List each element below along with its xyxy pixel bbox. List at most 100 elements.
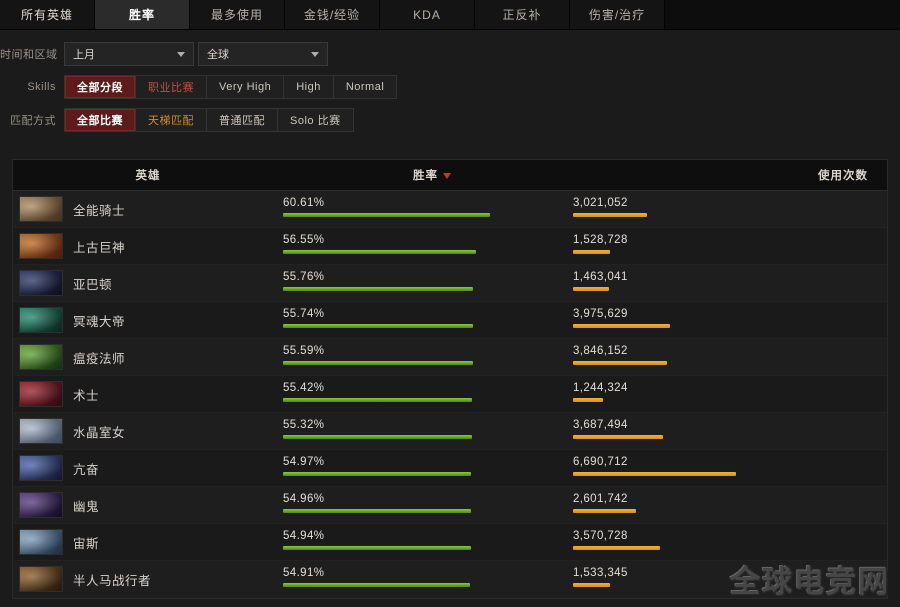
usage-cell: 3,021,052 [573,191,887,227]
hero-name[interactable]: 幽鬼 [73,496,99,515]
mode-button-group: 全部比赛 天梯匹配 普通匹配 Solo 比赛 [64,108,354,132]
table-row[interactable]: 宙斯 54.94% 3,570,728 [13,524,887,561]
hero-name[interactable]: 水晶室女 [73,422,125,441]
hero-name[interactable]: 全能骑士 [73,200,125,219]
table-row[interactable]: 术士 55.42% 1,244,324 [13,376,887,413]
winrate-bar [283,324,474,328]
usage-value: 1,463,041 [573,271,628,283]
mode-option-3[interactable]: Solo 比赛 [278,109,353,131]
mode-option-2[interactable]: 普通匹配 [207,109,278,131]
hero-portrait[interactable] [19,233,63,259]
hero-name[interactable]: 上古巨神 [73,237,125,256]
tab-4[interactable]: KDA [380,0,475,29]
winrate-cell: 55.59% [283,339,573,375]
usage-cell: 6,690,712 [573,450,887,486]
winrate-cell: 54.97% [283,450,573,486]
column-header-usage[interactable]: 使用次数 [703,167,887,183]
hero-cell: 亚巴顿 [13,270,283,296]
winrate-cell: 56.55% [283,228,573,264]
column-header-hero[interactable]: 英雄 [13,167,283,183]
hero-portrait[interactable] [19,566,63,592]
period-select[interactable]: 上月 [64,42,194,66]
usage-value: 3,687,494 [573,419,628,431]
winrate-bar [283,361,473,365]
skills-option-1[interactable]: 职业比赛 [136,76,207,98]
usage-cell: 1,244,324 [573,376,887,412]
skills-option-4[interactable]: Normal [333,76,397,98]
hero-portrait[interactable] [19,307,63,333]
mode-option-1[interactable]: 天梯匹配 [136,109,207,131]
table-row[interactable]: 上古巨神 56.55% 1,528,728 [13,228,887,265]
hero-portrait[interactable] [19,455,63,481]
hero-stats-page: 所有英雄 胜率 最多使用 金钱/经验 KDA 正反补 伤害/治疗 时间和区域 上月 全球 S… [0,0,900,607]
tab-3[interactable]: 金钱/经验 [285,0,380,29]
usage-cell: 3,687,494 [573,413,887,449]
hero-cell: 水晶室女 [13,418,283,444]
filter-row-skills: Skills 全部分段 职业比赛 Very High High Normal [0,75,900,99]
usage-value: 3,021,052 [573,197,628,209]
hero-portrait[interactable] [19,381,63,407]
usage-bar [573,583,611,587]
hero-cell: 亢奋 [13,455,283,481]
tab-5[interactable]: 正反补 [475,0,570,29]
table-header-row: 英雄 胜率 使用次数 [13,160,887,191]
table-row[interactable]: 水晶室女 55.32% 3,687,494 [13,413,887,450]
skills-option-2[interactable]: Very High [207,76,285,98]
winrate-bar [283,435,472,439]
hero-name[interactable]: 亚巴顿 [73,274,112,293]
main-tab-bar: 所有英雄 胜率 最多使用 金钱/经验 KDA 正反补 伤害/治疗 [0,0,900,30]
hero-name[interactable]: 冥魂大帝 [73,311,125,330]
usage-bar [573,435,663,439]
filter-row-mode: 匹配方式 全部比赛 天梯匹配 普通匹配 Solo 比赛 [0,108,900,132]
hero-cell: 半人马战行者 [13,566,283,592]
table-row[interactable]: 幽鬼 54.96% 2,601,742 [13,487,887,524]
usage-value: 3,975,629 [573,308,628,320]
hero-name[interactable]: 瘟疫法师 [73,348,125,367]
winrate-value: 55.59% [283,345,325,357]
hero-cell: 冥魂大帝 [13,307,283,333]
mode-option-0[interactable]: 全部比赛 [65,109,136,131]
hero-name[interactable]: 半人马战行者 [73,570,151,589]
hero-portrait[interactable] [19,492,63,518]
table-row[interactable]: 半人马战行者 54.91% 1,533,345 [13,561,887,598]
hero-stats-table: 英雄 胜率 使用次数 全能骑士 60.61% 3,021,052 上古巨神 56.55%… [12,159,888,599]
hero-name[interactable]: 宙斯 [73,533,99,552]
hero-portrait[interactable] [19,418,63,444]
hero-portrait[interactable] [19,344,63,370]
tab-6[interactable]: 伤害/治疗 [570,0,665,29]
skills-option-0[interactable]: 全部分段 [65,76,136,98]
sort-desc-icon [443,172,451,179]
winrate-cell: 54.91% [283,561,573,597]
table-row[interactable]: 冥魂大帝 55.74% 3,975,629 [13,302,887,339]
winrate-bar [283,287,474,291]
usage-value: 6,690,712 [573,456,628,468]
usage-value: 1,528,728 [573,234,628,246]
column-header-winrate[interactable]: 胜率 [283,167,703,183]
table-row[interactable]: 全能骑士 60.61% 3,021,052 [13,191,887,228]
hero-portrait[interactable] [19,196,63,222]
tab-1[interactable]: 胜率 [95,0,190,29]
hero-portrait[interactable] [19,529,63,555]
region-select[interactable]: 全球 [198,42,328,66]
tab-2[interactable]: 最多使用 [190,0,285,29]
hero-name[interactable]: 亢奋 [73,459,99,478]
hero-portrait[interactable] [19,270,63,296]
tab-0[interactable]: 所有英雄 [0,0,95,29]
chevron-down-icon [177,51,185,57]
winrate-value: 55.74% [283,308,325,320]
hero-cell: 幽鬼 [13,492,283,518]
usage-value: 1,533,345 [573,567,628,579]
usage-bar [573,472,736,476]
chevron-down-icon [311,51,319,57]
winrate-bar [283,546,471,550]
usage-cell: 3,846,152 [573,339,887,375]
winrate-value: 56.55% [283,234,325,246]
hero-name[interactable]: 术士 [73,385,99,404]
table-row[interactable]: 亚巴顿 55.76% 1,463,041 [13,265,887,302]
usage-value: 3,570,728 [573,530,628,542]
period-select-value: 上月 [73,49,95,61]
winrate-cell: 55.32% [283,413,573,449]
skills-option-3[interactable]: High [284,76,334,98]
table-row[interactable]: 瘟疫法师 55.59% 3,846,152 [13,339,887,376]
table-row[interactable]: 亢奋 54.97% 6,690,712 [13,450,887,487]
